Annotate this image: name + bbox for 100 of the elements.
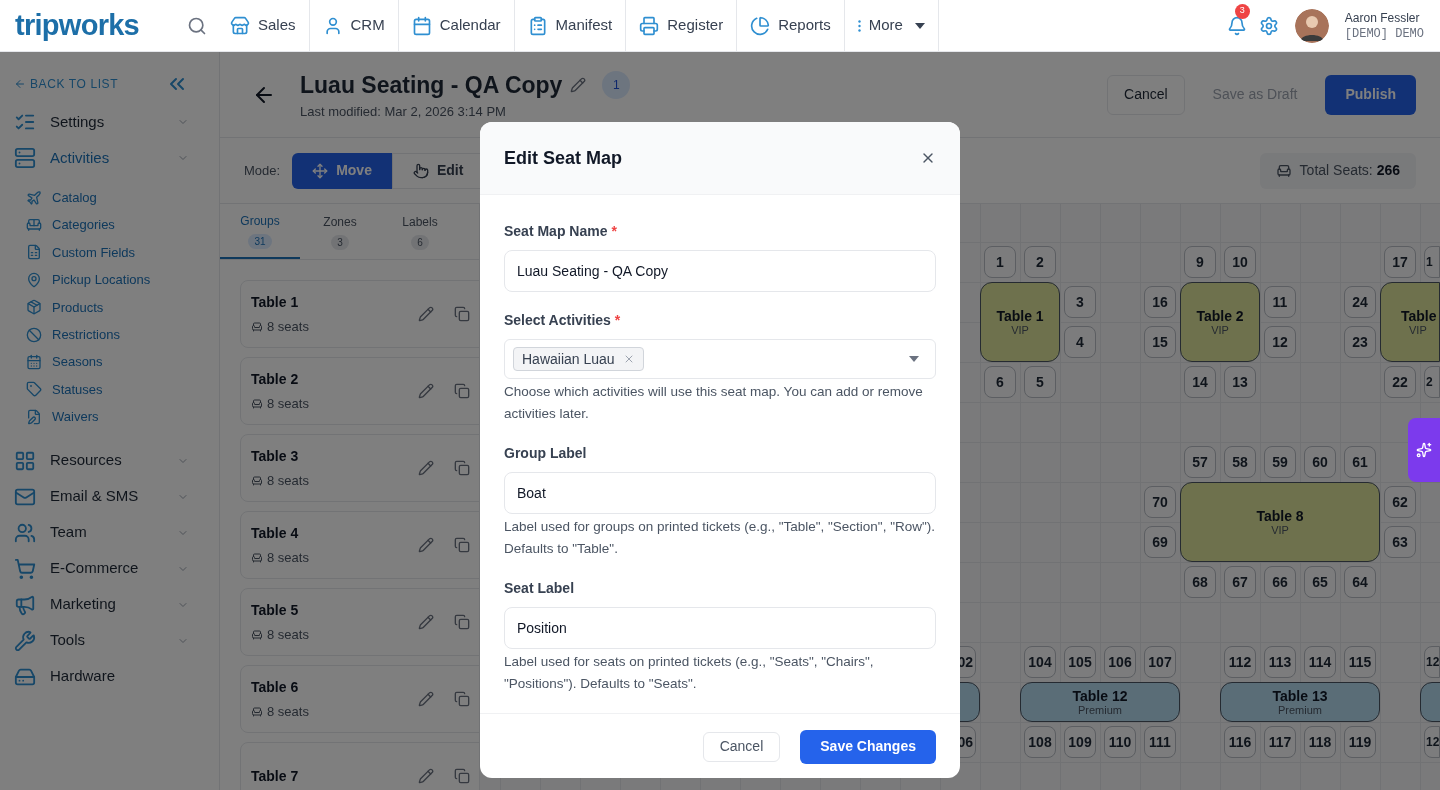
seat[interactable]: 23	[1344, 326, 1376, 358]
sidebar-subitem[interactable]: Seasons	[26, 348, 103, 376]
seat[interactable]: 12	[1424, 726, 1440, 758]
seat[interactable]: 64	[1344, 566, 1376, 598]
activities-select[interactable]: Hawaiian Luau	[504, 339, 936, 379]
seat[interactable]: 15	[1144, 326, 1176, 358]
text-input[interactable]: Boat	[504, 472, 936, 514]
group-card[interactable]: Table 5 8 seats	[240, 588, 479, 656]
seat[interactable]: 5	[1024, 366, 1056, 398]
seat[interactable]: 24	[1344, 286, 1376, 318]
panel-tab[interactable]: Zones 3	[300, 204, 380, 259]
seat[interactable]: 62	[1384, 486, 1416, 518]
text-input[interactable]: Luau Seating - QA Copy	[504, 250, 936, 292]
copy-icon[interactable]	[454, 306, 470, 322]
seat[interactable]: 60	[1304, 446, 1336, 478]
seat[interactable]: 22	[1384, 366, 1416, 398]
sidebar-subitem[interactable]: Statuses	[26, 375, 103, 404]
seat[interactable]: 57	[1184, 446, 1216, 478]
copy-icon[interactable]	[454, 768, 470, 784]
seat[interactable]: 4	[1064, 326, 1096, 358]
pencil-icon[interactable]	[418, 537, 434, 553]
seat[interactable]: 70	[1144, 486, 1176, 518]
group-card[interactable]: Table 6 8 seats	[240, 665, 479, 733]
dialog-button[interactable]: Cancel	[702, 731, 781, 762]
seat[interactable]: 14	[1184, 366, 1216, 398]
seat[interactable]: 104	[1024, 646, 1056, 678]
seat[interactable]: 112	[1224, 646, 1256, 678]
sidebar-item[interactable]: Hardware	[14, 658, 205, 695]
seat[interactable]: 3	[1064, 286, 1096, 318]
header-button[interactable]: Cancel	[1107, 74, 1185, 115]
pencil-icon[interactable]	[418, 383, 434, 399]
panel-tab[interactable]: Groups 31	[220, 204, 300, 259]
nav-item[interactable]: Reports	[737, 0, 845, 51]
seat[interactable]: 12	[1264, 326, 1296, 358]
table-shape[interactable]: Table VIP	[1380, 282, 1440, 362]
sidebar-item[interactable]: E-Commerce	[14, 550, 205, 587]
seat[interactable]: 1	[984, 246, 1016, 278]
seat[interactable]: 2	[1024, 246, 1056, 278]
seat[interactable]: 117	[1264, 726, 1296, 758]
copy-icon[interactable]	[454, 614, 470, 630]
seat[interactable]: 114	[1304, 646, 1336, 678]
table-shape[interactable]: Table 1 VIP	[980, 282, 1060, 362]
seat[interactable]: 2	[1424, 366, 1440, 398]
seat[interactable]: 110	[1104, 726, 1136, 758]
sidebar-subitem[interactable]: Products	[26, 293, 104, 321]
seat[interactable]: 118	[1304, 726, 1336, 758]
nav-item[interactable]: Manifest	[514, 0, 627, 51]
group-card[interactable]: Table 4 8 seats	[240, 511, 479, 579]
seat[interactable]: 106	[1104, 646, 1136, 678]
sidebar-item[interactable]: Email & SMS	[14, 478, 205, 515]
seat[interactable]: 119	[1344, 726, 1376, 758]
nav-item[interactable]: More	[844, 0, 939, 51]
nav-item[interactable]: Calendar	[398, 0, 515, 51]
copy-icon[interactable]	[454, 383, 470, 399]
seat[interactable]: 66	[1264, 566, 1296, 598]
sidebar-subitem[interactable]: Custom Fields	[26, 238, 136, 267]
back-to-list-link[interactable]: BACK TO LIST	[14, 75, 119, 93]
avatar[interactable]	[1294, 8, 1329, 43]
seat[interactable]: 16	[1144, 286, 1176, 318]
sidebar-item[interactable]: Tools	[14, 622, 205, 659]
seat[interactable]: 65	[1304, 566, 1336, 598]
pencil-icon[interactable]	[418, 306, 434, 322]
pencil-icon[interactable]	[418, 768, 434, 784]
table-shape[interactable]: Table 12 Premium	[1020, 682, 1180, 722]
seat[interactable]: 1	[1424, 246, 1440, 278]
sparkle-button[interactable]	[1408, 418, 1440, 482]
sidebar-item[interactable]: Activities	[14, 140, 205, 176]
seat[interactable]: 58	[1224, 446, 1256, 478]
sidebar-item[interactable]: Marketing	[14, 586, 205, 623]
sidebar-subitem[interactable]: Restrictions	[26, 320, 120, 349]
seat[interactable]: 67	[1224, 566, 1256, 598]
copy-icon[interactable]	[454, 460, 470, 476]
pencil-icon[interactable]	[570, 76, 587, 93]
seat[interactable]: 12	[1424, 646, 1440, 678]
text-input[interactable]: Position	[504, 607, 936, 649]
dialog-button[interactable]: Save Changes	[800, 729, 936, 764]
table-shape[interactable]: Table 2 VIP	[1180, 282, 1260, 362]
sidebar-item[interactable]: Resources	[14, 442, 205, 479]
seat[interactable]: 9	[1184, 246, 1216, 278]
seat[interactable]: 68	[1184, 566, 1216, 598]
seat[interactable]: 11	[1264, 286, 1296, 318]
sidebar-subitem[interactable]: Pickup Locations	[26, 266, 151, 294]
seat[interactable]: 109	[1064, 726, 1096, 758]
copy-icon[interactable]	[454, 537, 470, 553]
table-shape[interactable]: Table 13 Premium	[1220, 682, 1380, 722]
seat[interactable]: 108	[1024, 726, 1056, 758]
seat[interactable]: 59	[1264, 446, 1296, 478]
search-icon[interactable]	[187, 15, 207, 36]
table-shape[interactable]: Table 8 VIP	[1180, 482, 1380, 562]
seat[interactable]: 61	[1344, 446, 1376, 478]
nav-item[interactable]: CRM	[309, 0, 399, 51]
seat[interactable]: 10	[1224, 246, 1256, 278]
group-card[interactable]: Table 3 8 seats	[240, 434, 479, 502]
seat[interactable]: 63	[1384, 526, 1416, 558]
seat[interactable]: 115	[1344, 646, 1376, 678]
sidebar-subitem[interactable]: Waivers	[26, 403, 99, 431]
pencil-icon[interactable]	[418, 460, 434, 476]
sidebar-subitem[interactable]: Categories	[26, 211, 115, 239]
seat[interactable]: 107	[1144, 646, 1176, 678]
header-button[interactable]: Publish	[1325, 74, 1416, 115]
